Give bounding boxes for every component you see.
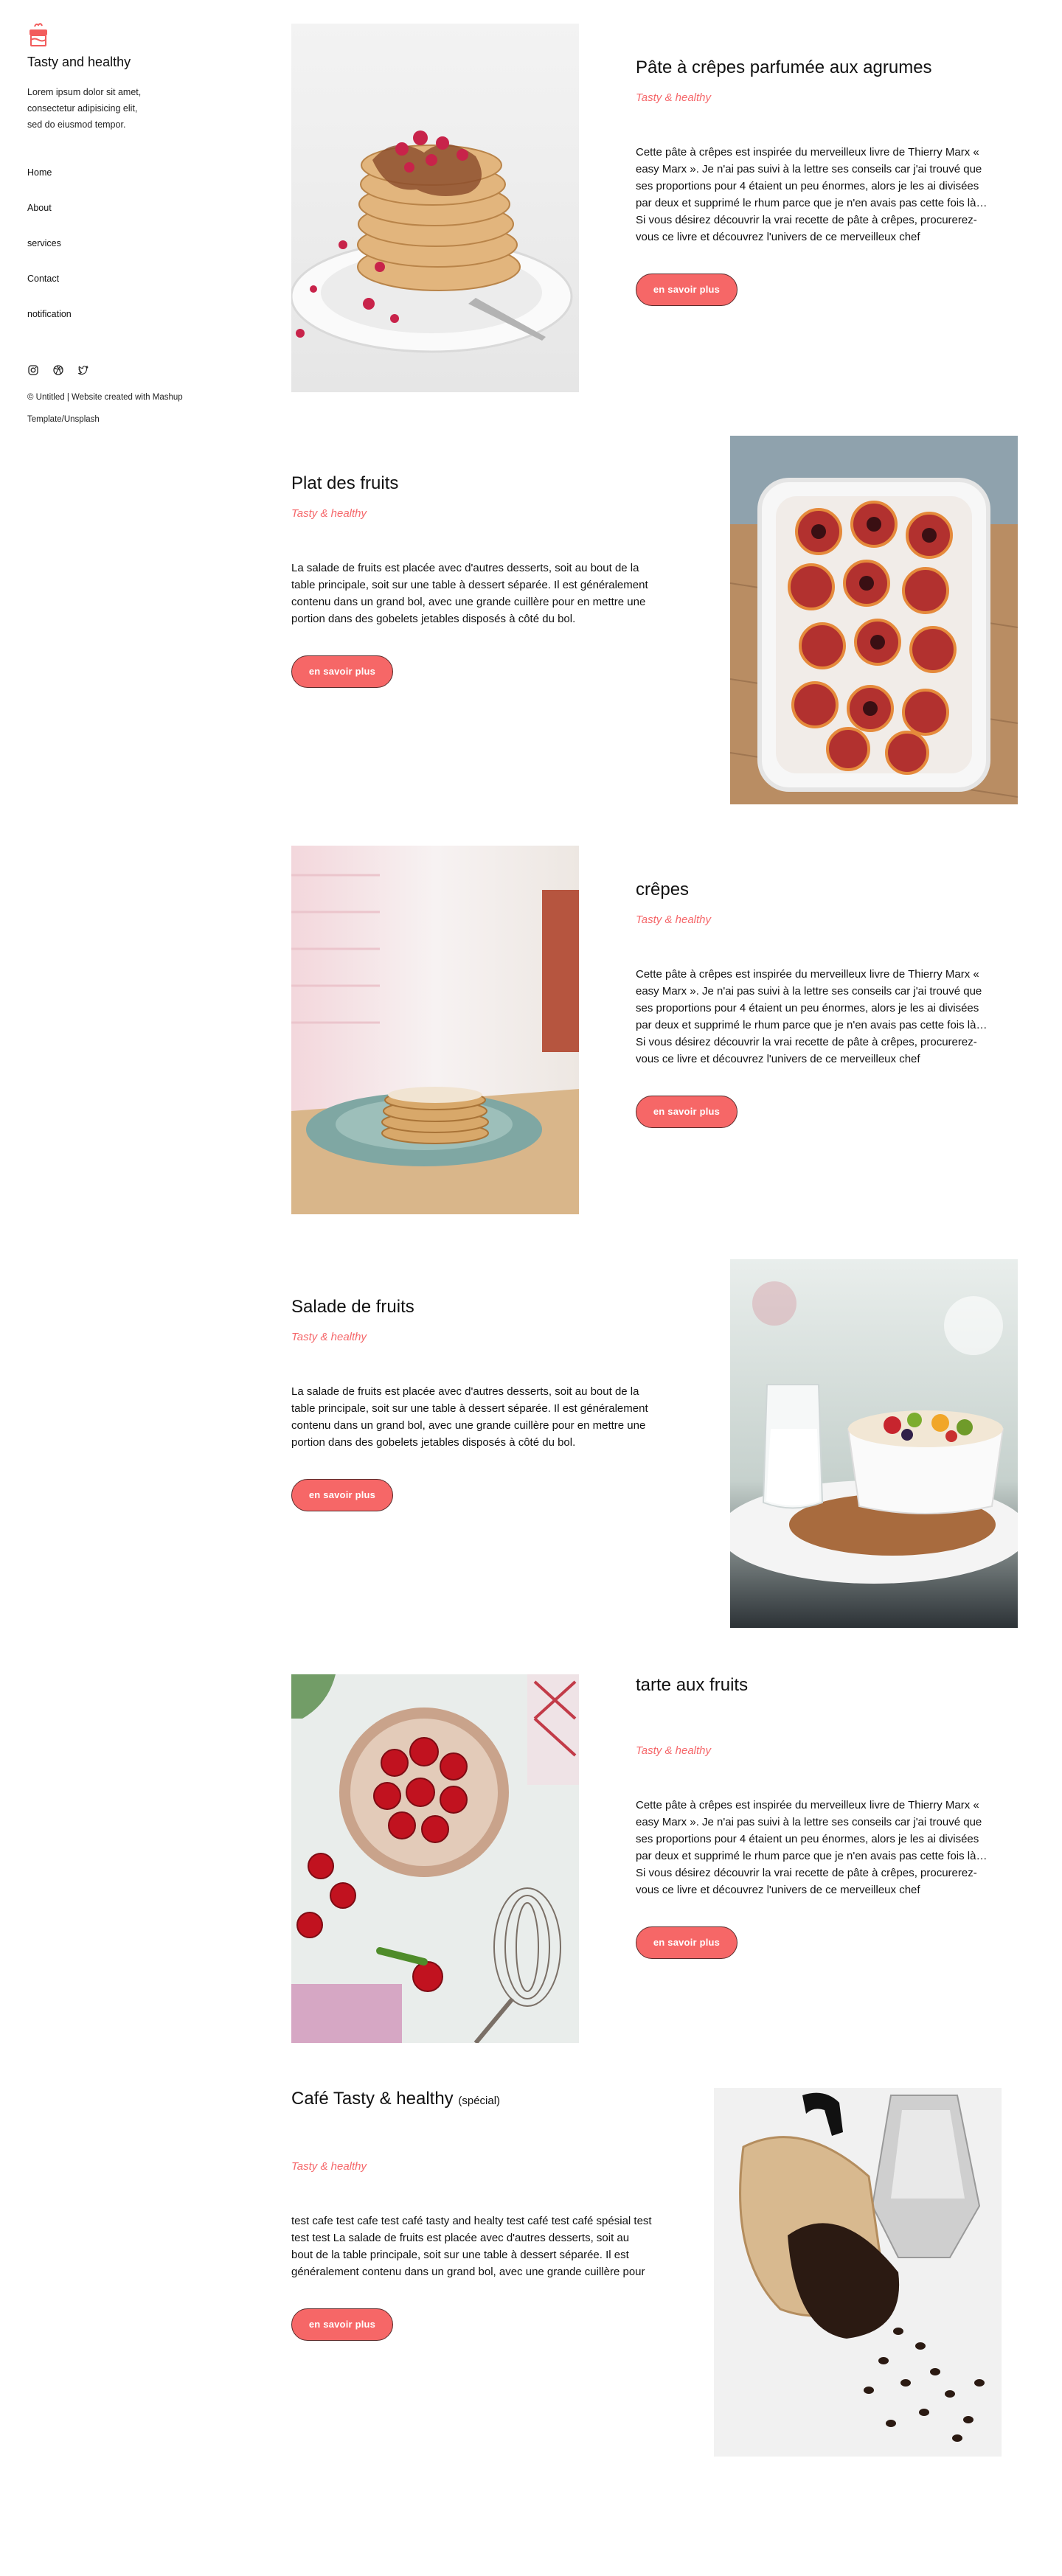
post-title-main: Café Tasty & healthy xyxy=(291,2089,454,2109)
post-image-pancakes[interactable] xyxy=(291,24,579,392)
post-card: Plat des fruits Tasty & healthy La salad… xyxy=(291,436,1018,804)
nav-item-contact[interactable]: Contact xyxy=(27,273,197,308)
read-more-button[interactable]: en savoir plus xyxy=(636,274,738,306)
twitter-icon[interactable] xyxy=(77,364,89,376)
post-body: La salade de fruits est placée avec d'au… xyxy=(291,1385,648,1449)
post-subtitle: Tasty & healthy xyxy=(291,507,367,520)
site-credit: © Untitled | Website created with Mashup… xyxy=(27,393,183,424)
post-subtitle: Tasty & healthy xyxy=(291,1331,367,1343)
post-card: Pâte à crêpes parfumée aux agrumes Tasty… xyxy=(291,24,1018,392)
instagram-icon[interactable] xyxy=(27,364,39,376)
nav-item-services[interactable]: services xyxy=(27,237,197,273)
post-card: Café Tasty & healthy (spécial) Tasty & h… xyxy=(291,2088,1018,2457)
post-title: Pâte à crêpes parfumée aux agrumes xyxy=(636,58,932,77)
read-more-button[interactable]: en savoir plus xyxy=(291,655,393,688)
post-title-suffix: (spécial) xyxy=(458,2095,501,2107)
post-title: Plat des fruits xyxy=(291,473,399,493)
post-subtitle: Tasty & healthy xyxy=(636,91,712,104)
post-card: Salade de fruits Tasty & healthy La sala… xyxy=(291,1259,1018,1628)
sidebar: Tasty and healthy Lorem ipsum dolor sit … xyxy=(27,22,197,431)
nav-item-about[interactable]: About xyxy=(27,202,197,237)
post-text: Plat des fruits Tasty & healthy La salad… xyxy=(291,473,653,688)
post-subtitle: Tasty & healthy xyxy=(291,2160,367,2173)
read-more-button[interactable]: en savoir plus xyxy=(291,2308,393,2341)
post-card: crêpes Tasty & healthy Cette pâte à crêp… xyxy=(291,846,1018,1214)
post-text: tarte aux fruits Tasty & healthy Cette p… xyxy=(636,1674,997,1959)
post-subtitle: Tasty & healthy xyxy=(636,1744,712,1757)
read-more-button[interactable]: en savoir plus xyxy=(636,1926,738,1959)
post-card: tarte aux fruits Tasty & healthy Cette p… xyxy=(291,1674,1018,2043)
post-body: Cette pâte à crêpes est inspirée du merv… xyxy=(636,1799,988,1896)
post-image-fruit-salad[interactable] xyxy=(730,1259,1018,1628)
site-description: Lorem ipsum dolor sit amet, consectetur … xyxy=(27,87,142,130)
cake-logo-icon[interactable] xyxy=(27,22,49,47)
post-subtitle: Tasty & healthy xyxy=(636,913,712,926)
dribbble-icon[interactable] xyxy=(52,364,64,376)
nav-item-notification[interactable]: notification xyxy=(27,308,197,344)
post-text: Café Tasty & healthy (spécial) Tasty & h… xyxy=(291,2088,653,2341)
post-title: Café Tasty & healthy (spécial) xyxy=(291,2088,653,2112)
post-image-cherries[interactable] xyxy=(291,1674,579,2043)
post-title: tarte aux fruits xyxy=(636,1675,749,1695)
site-title: Tasty and healthy xyxy=(27,55,131,69)
post-body: La salade de fruits est placée avec d'au… xyxy=(291,562,648,625)
post-image-fruit-plate[interactable] xyxy=(730,436,1018,804)
read-more-button[interactable]: en savoir plus xyxy=(636,1096,738,1128)
post-image-coffee[interactable] xyxy=(714,2088,1002,2457)
post-body: Cette pâte à crêpes est inspirée du merv… xyxy=(636,146,988,243)
social-links xyxy=(27,364,197,376)
post-text: crêpes Tasty & healthy Cette pâte à crêp… xyxy=(636,879,997,1128)
post-title: Salade de fruits xyxy=(291,1297,414,1317)
post-text: Salade de fruits Tasty & healthy La sala… xyxy=(291,1296,653,1511)
post-body: Cette pâte à crêpes est inspirée du merv… xyxy=(636,968,988,1065)
post-body: test cafe test cafe test café tasty and … xyxy=(291,2215,652,2278)
post-text: Pâte à crêpes parfumée aux agrumes Tasty… xyxy=(636,57,997,306)
read-more-button[interactable]: en savoir plus xyxy=(291,1479,393,1511)
main-nav: Home About services Contact notification xyxy=(27,167,197,344)
post-title: crêpes xyxy=(636,880,690,899)
post-image-crepes[interactable] xyxy=(291,846,579,1214)
nav-item-home[interactable]: Home xyxy=(27,167,197,202)
